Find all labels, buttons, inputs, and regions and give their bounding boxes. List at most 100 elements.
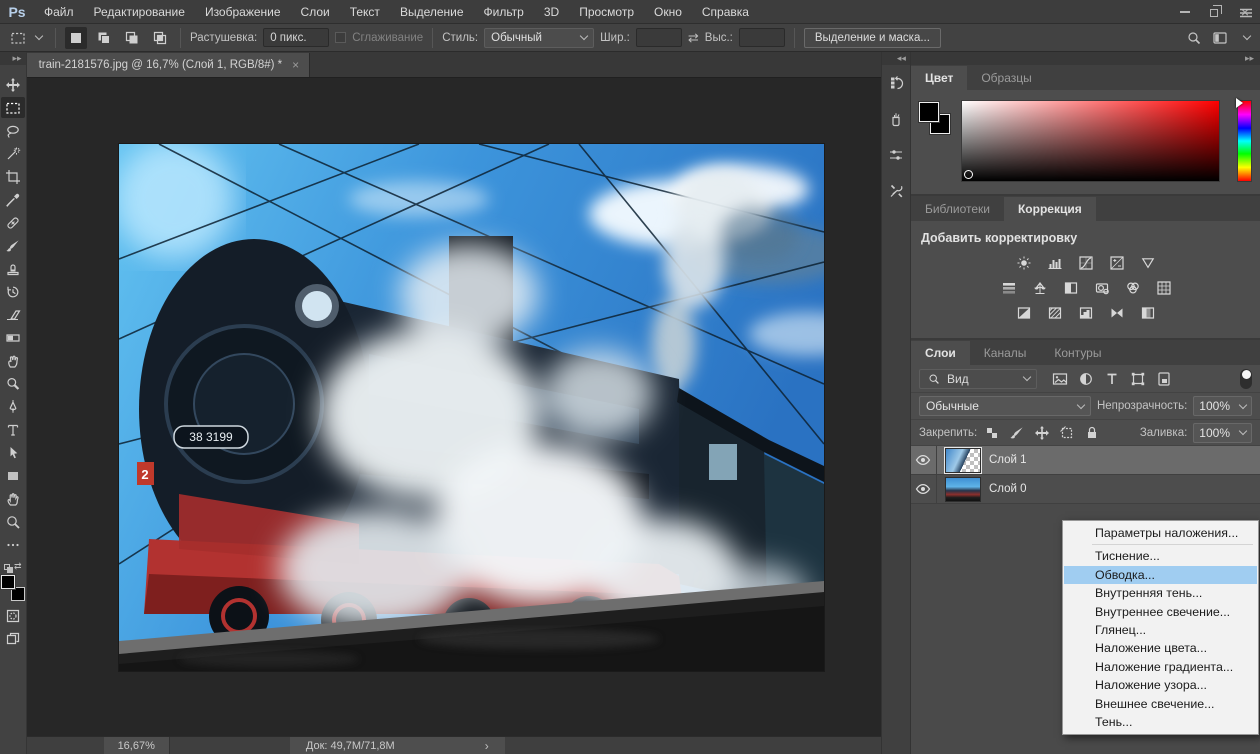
hue-slider-marker[interactable]: [1236, 98, 1243, 108]
adj-selective-color-icon[interactable]: [1137, 303, 1159, 323]
quick-mask-button[interactable]: [1, 605, 25, 626]
panel-column-collapse[interactable]: ▸▸: [911, 52, 1260, 65]
adj-vibrance-icon[interactable]: [1137, 253, 1159, 273]
rectangular-marquee-tool[interactable]: [1, 97, 25, 118]
smudge-tool[interactable]: [1, 350, 25, 371]
filter-pixel-layers-icon[interactable]: [1051, 370, 1069, 388]
tab-color[interactable]: Цвет: [911, 66, 967, 90]
adj-black-white-icon[interactable]: [1060, 278, 1082, 298]
default-colors-icon[interactable]: [4, 564, 10, 570]
menu-layers[interactable]: Слои: [291, 0, 340, 23]
brushes-panel-icon[interactable]: [883, 106, 909, 132]
brush-tool[interactable]: [1, 235, 25, 256]
swap-colors-icon[interactable]: ⇄: [14, 562, 22, 571]
spot-healing-brush-tool[interactable]: [1, 212, 25, 233]
pen-tool[interactable]: [1, 396, 25, 417]
layer-visibility-eye-icon[interactable]: [911, 475, 937, 503]
filter-smart-objects-icon[interactable]: [1155, 370, 1173, 388]
zoom-tool[interactable]: [1, 511, 25, 532]
color-cursor[interactable]: [964, 170, 973, 179]
menu-view[interactable]: Просмотр: [569, 0, 644, 23]
hue-slider[interactable]: [1237, 100, 1252, 182]
status-chevron-icon[interactable]: ›: [485, 739, 489, 753]
lasso-tool[interactable]: [1, 120, 25, 141]
subtract-selection-button[interactable]: [121, 27, 143, 49]
history-brush-tool[interactable]: [1, 281, 25, 302]
layer-thumbnail[interactable]: [945, 477, 981, 502]
eraser-tool[interactable]: [1, 304, 25, 325]
feather-input[interactable]: 0 пикс.: [263, 28, 329, 47]
document-tab[interactable]: train-2181576.jpg @ 16,7% (Слой 1, RGB/8…: [27, 53, 311, 77]
properties-panel-icon[interactable]: [883, 178, 909, 204]
path-selection-tool[interactable]: [1, 442, 25, 463]
lock-transparent-icon[interactable]: [983, 424, 1001, 442]
fill-field[interactable]: 100%: [1193, 423, 1252, 443]
crop-tool[interactable]: [1, 166, 25, 187]
width-input[interactable]: [636, 28, 682, 47]
rectangle-tool[interactable]: [1, 465, 25, 486]
tool-preset-picker[interactable]: [6, 28, 46, 48]
ctx-inner-shadow[interactable]: Внутренняя тень...: [1064, 584, 1257, 602]
add-selection-button[interactable]: [93, 27, 115, 49]
ctx-drop-shadow[interactable]: Тень...: [1064, 713, 1257, 731]
minimize-button[interactable]: [1170, 0, 1200, 23]
style-select[interactable]: Обычный: [484, 28, 594, 48]
hand-tool[interactable]: [1, 488, 25, 509]
foreground-color-swatch[interactable]: [919, 102, 939, 122]
new-selection-button[interactable]: [65, 27, 87, 49]
filter-type-layers-icon[interactable]: [1103, 370, 1121, 388]
adj-exposure-icon[interactable]: [1106, 253, 1128, 273]
layer-filter-kind-select[interactable]: Вид: [919, 369, 1037, 389]
panel-menu-icon[interactable]: [1238, 5, 1254, 21]
lock-artboard-icon[interactable]: [1058, 424, 1076, 442]
layer-filter-toggle[interactable]: [1240, 369, 1252, 389]
layer-visibility-eye-icon[interactable]: [911, 446, 937, 474]
adj-photo-filter-icon[interactable]: [1091, 278, 1113, 298]
swatch-mini-controls[interactable]: ⇄: [4, 562, 22, 571]
blend-mode-select[interactable]: Обычные: [919, 396, 1091, 416]
ctx-color-overlay[interactable]: Наложение цвета...: [1064, 639, 1257, 657]
tab-layers[interactable]: Слои: [911, 341, 970, 365]
lock-position-icon[interactable]: [1033, 424, 1051, 442]
adj-brightness-contrast-icon[interactable]: [1013, 253, 1035, 273]
dock-collapse[interactable]: ◂◂: [882, 52, 910, 65]
workspace-icon[interactable]: [1212, 30, 1228, 46]
type-tool[interactable]: [1, 419, 25, 440]
adj-posterize-icon[interactable]: [1044, 303, 1066, 323]
ctx-stroke[interactable]: Обводка...: [1064, 566, 1257, 584]
tab-libraries[interactable]: Библиотеки: [911, 197, 1004, 221]
height-input[interactable]: [739, 28, 785, 47]
adj-curves-icon[interactable]: [1075, 253, 1097, 273]
chevron-down-icon[interactable]: [1243, 32, 1251, 40]
swap-width-height-icon[interactable]: ⇄: [688, 30, 699, 46]
filter-adjustment-layers-icon[interactable]: [1077, 370, 1095, 388]
canvas[interactable]: 38 3199: [27, 78, 881, 736]
ctx-blending-options[interactable]: Параметры наложения...: [1064, 524, 1257, 542]
intersect-selection-button[interactable]: [149, 27, 171, 49]
color-panel-swatches[interactable]: [919, 100, 953, 140]
adj-gradient-map-icon[interactable]: [1106, 303, 1128, 323]
foreground-color-swatch[interactable]: [1, 575, 15, 589]
opacity-field[interactable]: 100%: [1193, 396, 1252, 416]
layer-thumbnail[interactable]: [945, 448, 981, 473]
layer-1[interactable]: Слой 1: [911, 446, 1260, 475]
ctx-inner-glow[interactable]: Внутреннее свечение...: [1064, 603, 1257, 621]
adj-invert-icon[interactable]: [1013, 303, 1035, 323]
menu-help[interactable]: Справка: [692, 0, 759, 23]
adj-levels-icon[interactable]: [1044, 253, 1066, 273]
background-color-swatch[interactable]: [11, 587, 25, 601]
lock-pixels-icon[interactable]: [1008, 424, 1026, 442]
adj-color-lookup-icon[interactable]: [1153, 278, 1175, 298]
menu-3d[interactable]: 3D: [534, 0, 569, 23]
tab-adjustments[interactable]: Коррекция: [1004, 197, 1096, 221]
restore-button[interactable]: [1200, 0, 1230, 23]
adj-hue-saturation-icon[interactable]: [998, 278, 1020, 298]
search-icon[interactable]: [1186, 30, 1202, 46]
zoom-level-field[interactable]: 16,67%: [104, 737, 170, 754]
ctx-gradient-overlay[interactable]: Наложение градиента...: [1064, 658, 1257, 676]
brush-settings-panel-icon[interactable]: [883, 142, 909, 168]
clone-stamp-tool[interactable]: [1, 258, 25, 279]
menu-filter[interactable]: Фильтр: [474, 0, 534, 23]
eyedropper-tool[interactable]: [1, 189, 25, 210]
dodge-tool[interactable]: [1, 373, 25, 394]
